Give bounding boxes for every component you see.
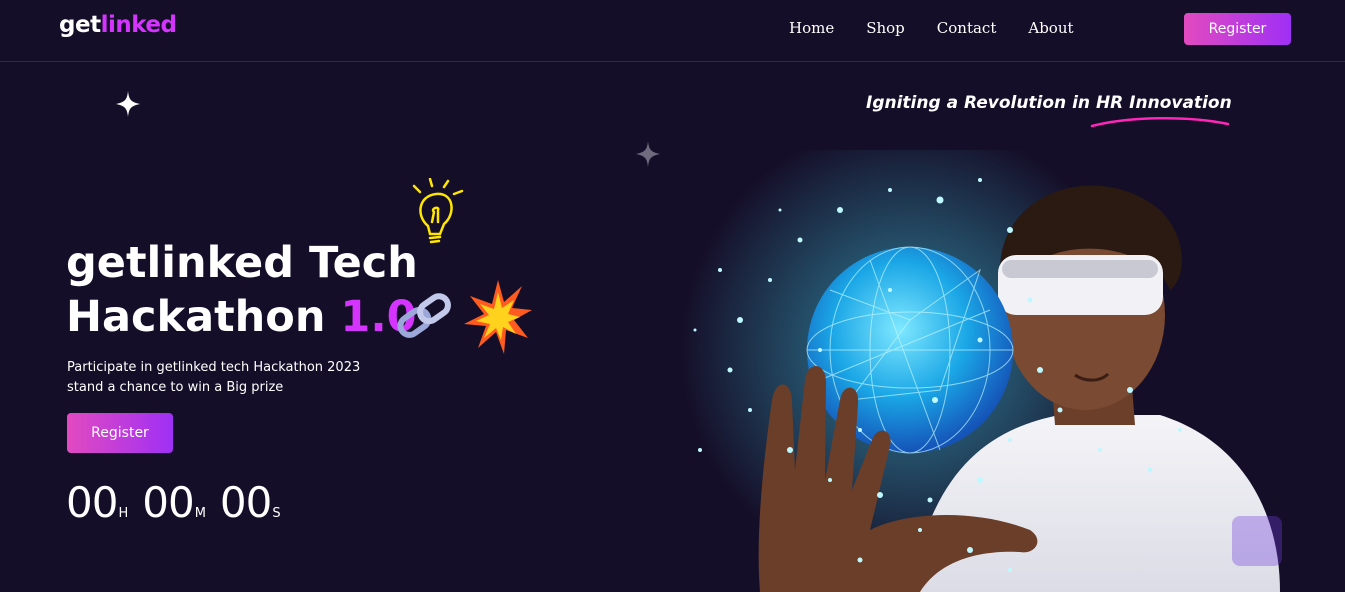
scroll-top-button[interactable] [1232, 516, 1282, 566]
tagline-highlight: HR Innovation [1095, 93, 1232, 113]
tagline-text: Igniting a Revolution in [866, 93, 1096, 113]
timer-seconds-unit: S [272, 506, 281, 521]
sparkle-star-icon [636, 141, 660, 167]
hero-title-line2: Hackathon [66, 292, 341, 342]
nav-register-button[interactable]: Register [1184, 13, 1291, 45]
timer-hours-unit: H [118, 506, 129, 521]
timer-seconds: 00S [220, 478, 281, 527]
hero-title-line1: getlinked Tech [66, 238, 418, 288]
sparkle-star-icon [116, 91, 140, 117]
timer-minutes-value: 00 [142, 478, 194, 527]
logo-text-get: get [59, 12, 101, 38]
timer-hours: 00H [66, 478, 128, 527]
hero-register-button[interactable]: Register [67, 413, 173, 453]
burst-icon [464, 280, 532, 354]
timer-minutes: 00M [142, 478, 206, 527]
timer-hours-value: 00 [66, 478, 118, 527]
timer-minutes-unit: M [194, 506, 206, 521]
nav-link-contact[interactable]: Contact [937, 19, 997, 37]
hero-vr-image [680, 150, 1280, 592]
nav-link-shop[interactable]: Shop [866, 19, 905, 37]
logo[interactable]: getlinked [59, 12, 177, 38]
tagline: Igniting a Revolution in HR Innovation [866, 93, 1232, 113]
chain-icon [397, 293, 451, 338]
landing-page: getlinked Home Shop Contact About Regist… [0, 0, 1345, 592]
hero-description: Participate in getlinked tech Hackathon … [67, 360, 361, 395]
tagline-underline-decoration [1090, 117, 1230, 128]
timer-seconds-value: 00 [219, 478, 272, 527]
nav-links: Home Shop Contact About [789, 19, 1074, 37]
logo-text-linked: linked [100, 12, 177, 38]
nav-link-home[interactable]: Home [789, 19, 834, 37]
navbar: getlinked Home Shop Contact About Regist… [0, 0, 1345, 62]
nav-link-about[interactable]: About [1028, 19, 1073, 37]
countdown-timer: 00H 00M 00S [66, 478, 281, 527]
